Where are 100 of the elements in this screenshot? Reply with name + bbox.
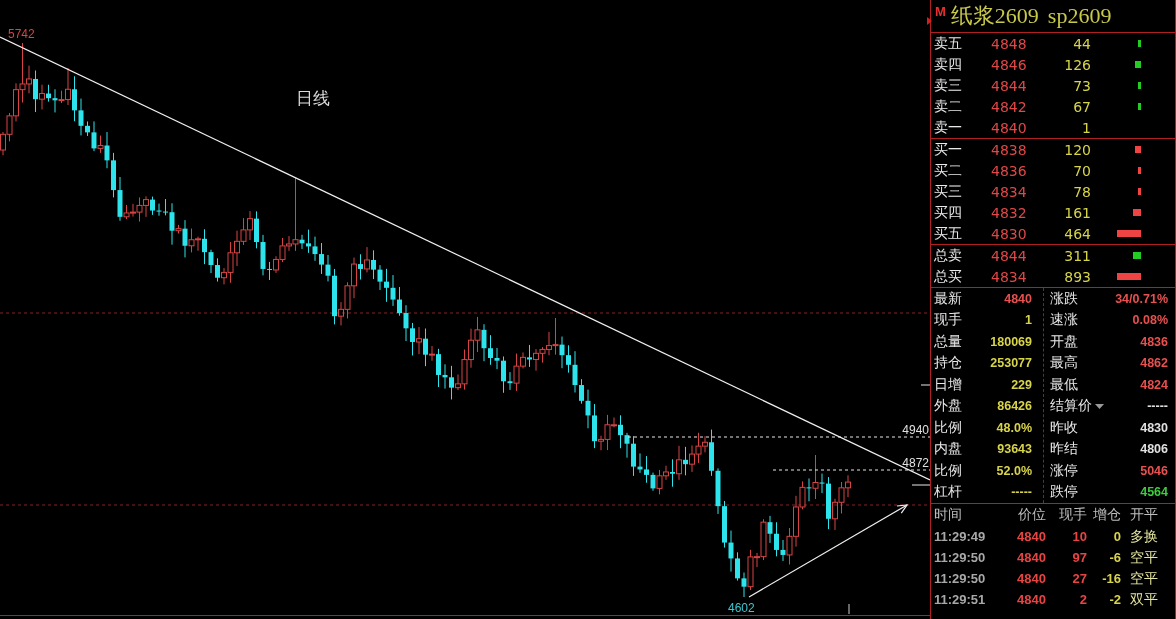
volume-bar bbox=[1138, 167, 1141, 174]
order-volume: 120 bbox=[1063, 141, 1091, 158]
column-header: 开平 bbox=[1129, 506, 1159, 524]
volume-bar bbox=[1117, 230, 1141, 237]
position-change: -6 bbox=[1108, 550, 1121, 565]
order-level-label: 总买 bbox=[934, 267, 963, 286]
stat-label: 涨停 bbox=[1050, 461, 1078, 480]
stat-label: 比例 bbox=[934, 461, 962, 480]
trade-time: 11:29:49 bbox=[934, 529, 987, 544]
market-letter: M bbox=[935, 4, 946, 19]
column-header: 增仓 bbox=[1092, 506, 1121, 524]
tick-mark bbox=[920, 384, 930, 386]
volume-bar bbox=[1137, 188, 1141, 195]
stat-label: 结算价 bbox=[1050, 397, 1092, 416]
stat-value: 52.0% bbox=[996, 463, 1032, 478]
high-price-label: 5742 bbox=[8, 27, 35, 41]
order-price: 4834 bbox=[991, 183, 1028, 200]
stat-value: 86426 bbox=[997, 399, 1032, 414]
trade-time: 11:29:50 bbox=[934, 571, 987, 586]
stat-value: 5046 bbox=[1140, 463, 1168, 478]
price-level-label: 4872 bbox=[902, 456, 929, 470]
stat-value: ----- bbox=[1011, 485, 1032, 500]
trade-volume: 10 bbox=[1071, 529, 1087, 544]
low-price-label: 4602 bbox=[728, 601, 755, 615]
stat-value: 4564 bbox=[1140, 485, 1168, 500]
order-level-label: 总卖 bbox=[934, 246, 963, 265]
order-volume: 73 bbox=[1072, 77, 1091, 94]
stat-value: 93643 bbox=[997, 442, 1032, 457]
volume-bar bbox=[1133, 209, 1141, 216]
volume-bar bbox=[1134, 61, 1141, 68]
trade-price: 4840 bbox=[1016, 550, 1046, 565]
order-price: 4832 bbox=[991, 204, 1028, 221]
stat-label: 内盘 bbox=[934, 440, 962, 459]
dropdown-caret-icon[interactable] bbox=[1095, 403, 1104, 409]
trade-type: 空平 bbox=[1129, 569, 1159, 588]
stat-value: 180069 bbox=[990, 334, 1032, 349]
trade-price: 4840 bbox=[1016, 529, 1046, 544]
tick-mark bbox=[848, 603, 850, 615]
order-level-label: 买三 bbox=[934, 182, 963, 201]
order-price: 4842 bbox=[991, 98, 1028, 115]
trade-type: 双平 bbox=[1129, 590, 1159, 609]
order-price: 4844 bbox=[991, 247, 1028, 264]
trade-type: 多换 bbox=[1129, 527, 1159, 546]
order-level-label: 卖二 bbox=[934, 97, 963, 116]
marker-icon bbox=[927, 17, 932, 25]
stat-label: 开盘 bbox=[1050, 332, 1078, 351]
stat-label: 比例 bbox=[934, 418, 962, 437]
stat-value: 34/0.71% bbox=[1115, 291, 1168, 306]
volume-bar bbox=[1138, 103, 1141, 110]
order-price: 4846 bbox=[991, 56, 1028, 73]
stat-label: 跌停 bbox=[1050, 483, 1078, 502]
order-level-label: 买五 bbox=[934, 224, 963, 243]
price-level-label: 4940 bbox=[902, 423, 929, 437]
order-price: 4830 bbox=[991, 225, 1028, 242]
stat-label: 总量 bbox=[934, 332, 962, 351]
stat-value: 4830 bbox=[1140, 420, 1168, 435]
order-volume: 70 bbox=[1072, 162, 1091, 179]
stat-label: 涨跌 bbox=[1050, 289, 1078, 308]
order-level-label: 卖四 bbox=[934, 55, 963, 74]
column-header: 价位 bbox=[1017, 506, 1046, 524]
stat-label: 最新 bbox=[934, 289, 962, 308]
position-change: -16 bbox=[1101, 571, 1121, 586]
position-change: 0 bbox=[1112, 529, 1121, 544]
stat-value: 4836 bbox=[1140, 334, 1168, 349]
contract-name: 纸浆2609 bbox=[950, 2, 1039, 30]
order-volume: 311 bbox=[1063, 247, 1091, 264]
order-level-label: 买二 bbox=[934, 161, 963, 180]
stat-value: 48.0% bbox=[996, 420, 1032, 435]
tick-mark bbox=[911, 484, 930, 486]
stat-value: 4824 bbox=[1140, 377, 1168, 392]
position-change: -2 bbox=[1108, 592, 1121, 607]
stat-label: 昨收 bbox=[1050, 418, 1078, 437]
trade-price: 4840 bbox=[1016, 592, 1046, 607]
volume-bar bbox=[1117, 273, 1141, 280]
stat-value: 1 bbox=[1025, 313, 1032, 328]
trade-volume: 27 bbox=[1071, 571, 1087, 586]
order-price: 4848 bbox=[991, 35, 1028, 52]
stat-value: 4862 bbox=[1140, 356, 1168, 371]
trade-type: 空平 bbox=[1129, 548, 1159, 567]
order-price: 4836 bbox=[991, 162, 1028, 179]
stat-value: 4840 bbox=[1004, 291, 1032, 306]
volume-bar bbox=[1133, 252, 1141, 259]
order-level-label: 卖五 bbox=[934, 34, 963, 53]
stat-label: 最低 bbox=[1050, 375, 1078, 394]
stat-value: 253077 bbox=[990, 356, 1032, 371]
volume-bar bbox=[1138, 82, 1141, 89]
volume-bar bbox=[1138, 40, 1141, 47]
order-volume: 78 bbox=[1072, 183, 1091, 200]
stat-label: 昨结 bbox=[1050, 440, 1078, 459]
column-header: 时间 bbox=[934, 506, 963, 524]
stat-label: 外盘 bbox=[934, 397, 962, 416]
stat-label: 速涨 bbox=[1050, 311, 1078, 330]
trade-volume: 97 bbox=[1071, 550, 1087, 565]
stat-value: 0.08% bbox=[1132, 313, 1168, 328]
stat-label: 杠杆 bbox=[934, 483, 962, 502]
order-price: 4844 bbox=[991, 77, 1028, 94]
stat-label: 最高 bbox=[1050, 354, 1078, 373]
order-level-label: 买一 bbox=[934, 140, 963, 159]
order-level-label: 卖三 bbox=[934, 76, 963, 95]
order-volume: 893 bbox=[1063, 268, 1091, 285]
